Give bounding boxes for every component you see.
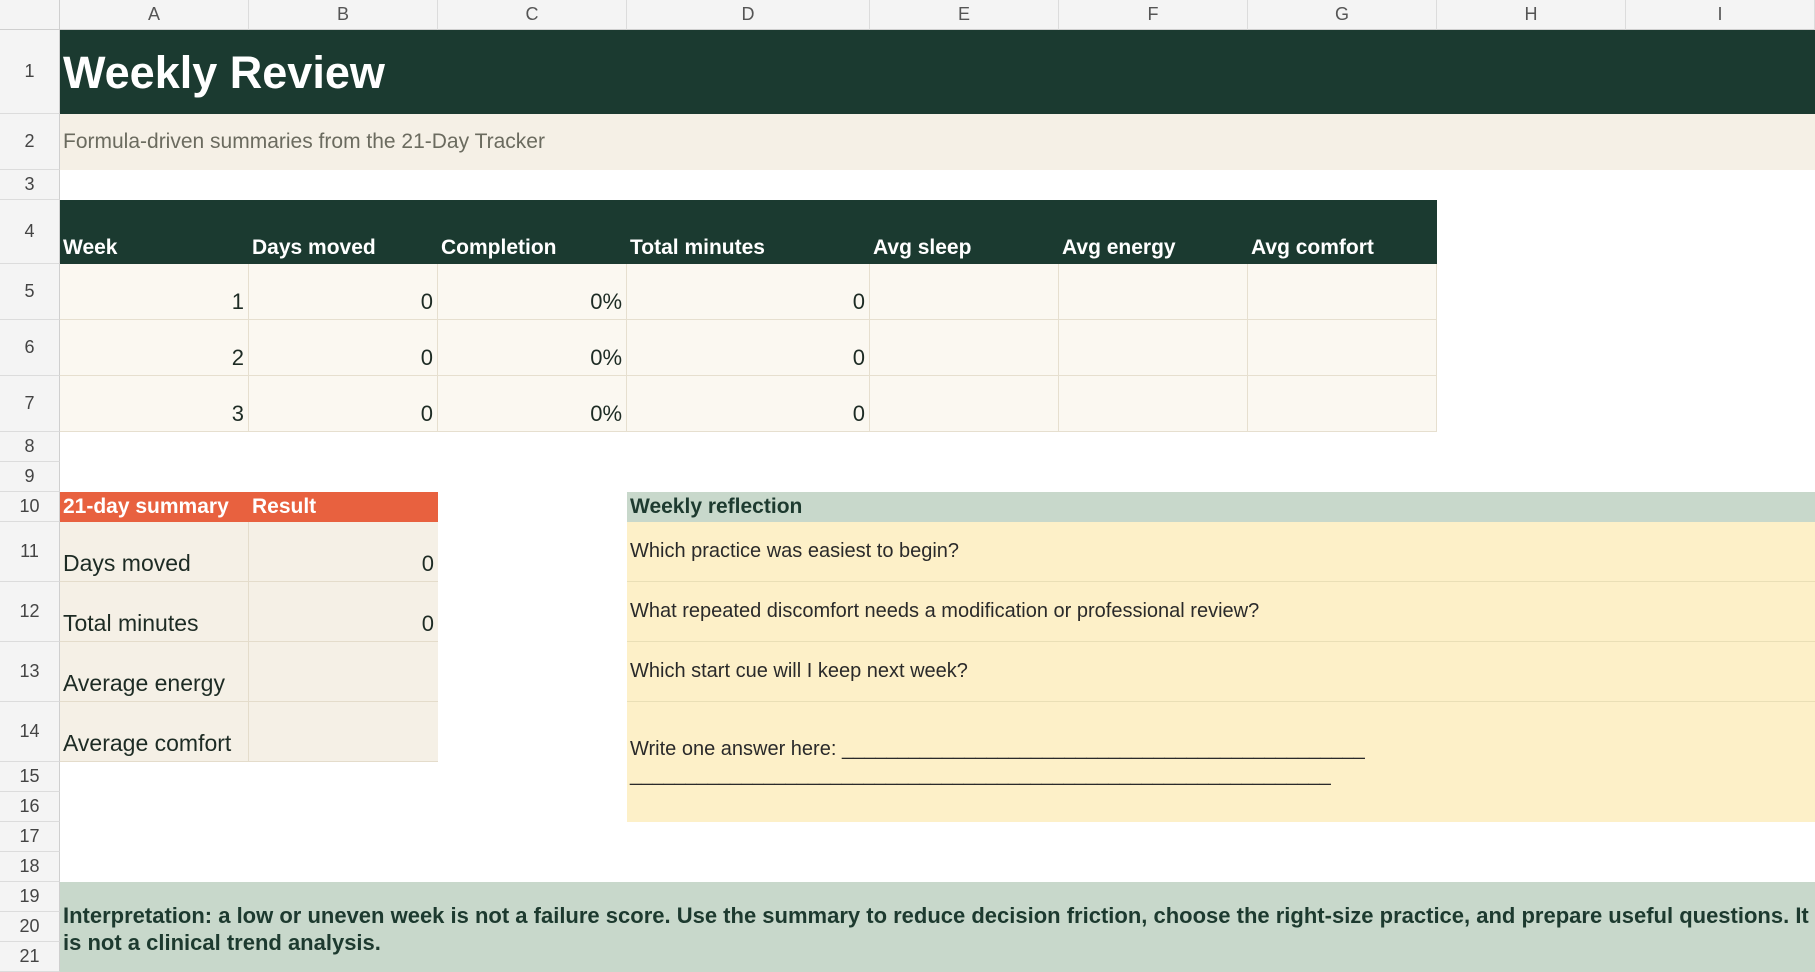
column-label-completion: Completion — [441, 236, 557, 259]
reflection-question-2[interactable]: What repeated discomfort needs a modific… — [627, 582, 1815, 642]
table-cell[interactable] — [1059, 376, 1248, 432]
row-header-18[interactable]: 18 — [0, 852, 60, 882]
summary-value-average-comfort[interactable] — [249, 702, 438, 762]
table-cell[interactable] — [870, 376, 1059, 432]
summary-label-average-comfort[interactable]: Average comfort — [60, 702, 249, 762]
column-header-f[interactable]: F — [1059, 0, 1248, 30]
summary-label-average-energy[interactable]: Average energy — [60, 642, 249, 702]
table-cell[interactable] — [1248, 320, 1437, 376]
row-header-15[interactable]: 15 — [0, 762, 60, 792]
row-header-7[interactable]: 7 — [0, 376, 60, 432]
row-header-8[interactable]: 8 — [0, 432, 60, 462]
row-header-6[interactable]: 6 — [0, 320, 60, 376]
reflection-answer-field[interactable]: Write one answer here: _________________… — [627, 702, 1815, 822]
row-header-1[interactable]: 1 — [0, 30, 60, 114]
row-header-13[interactable]: 13 — [0, 642, 60, 702]
column-header-h[interactable]: H — [1437, 0, 1626, 30]
answer-prompt: Write one answer here: _________________… — [630, 738, 1365, 760]
page-title: Weekly Review — [63, 46, 385, 98]
column-header-b[interactable]: B — [249, 0, 438, 30]
table-cell[interactable]: 0% — [438, 320, 627, 376]
row-header-17[interactable]: 17 — [0, 822, 60, 852]
select-all-corner[interactable] — [0, 0, 60, 30]
summary-label-total-minutes[interactable]: Total minutes — [60, 582, 249, 642]
table-cell[interactable]: 1 — [60, 264, 249, 320]
row-header-10[interactable]: 10 — [0, 492, 60, 522]
table-cell[interactable]: 0% — [438, 376, 627, 432]
table-cell[interactable]: 0% — [438, 264, 627, 320]
column-label-avg-energy: Avg energy — [1062, 236, 1176, 259]
reflection-question-1[interactable]: Which practice was easiest to begin? — [627, 522, 1815, 582]
column-header-a[interactable]: A — [60, 0, 249, 30]
row-header-2[interactable]: 2 — [0, 114, 60, 170]
table-cell[interactable]: 0 — [627, 320, 870, 376]
table-cell[interactable] — [870, 264, 1059, 320]
column-header-e[interactable]: E — [870, 0, 1059, 30]
summary-value-total-minutes[interactable]: 0 — [249, 582, 438, 642]
answer-line: ________________________________________… — [630, 764, 1331, 786]
column-label-days-moved: Days moved — [252, 236, 376, 259]
page-subtitle: Formula-driven summaries from the 21-Day… — [63, 130, 545, 153]
summary-header-result: Result — [249, 492, 438, 522]
column-header-c[interactable]: C — [438, 0, 627, 30]
column-label-avg-comfort: Avg comfort — [1251, 236, 1374, 259]
column-header-d[interactable]: D — [627, 0, 870, 30]
reflection-header: Weekly reflection — [627, 492, 1815, 522]
summary-value-days-moved[interactable]: 0 — [249, 522, 438, 582]
row-header-16[interactable]: 16 — [0, 792, 60, 822]
title-banner: Weekly Review — [60, 30, 1815, 114]
table-cell[interactable] — [1248, 264, 1437, 320]
row-header-20[interactable]: 20 — [0, 912, 60, 942]
table-cell[interactable]: 0 — [249, 264, 438, 320]
row-header-9[interactable]: 9 — [0, 462, 60, 492]
column-header-i[interactable]: I — [1626, 0, 1815, 30]
table-cell[interactable]: 0 — [249, 376, 438, 432]
summary-header-label: 21-day summary — [60, 492, 249, 522]
row-header-11[interactable]: 11 — [0, 522, 60, 582]
row-header-4[interactable]: 4 — [0, 200, 60, 264]
column-label-avg-sleep: Avg sleep — [873, 236, 972, 259]
reflection-question-3[interactable]: Which start cue will I keep next week? — [627, 642, 1815, 702]
column-header-g[interactable]: G — [1248, 0, 1437, 30]
table-cell[interactable]: 3 — [60, 376, 249, 432]
table-cell[interactable] — [1059, 264, 1248, 320]
row-header-12[interactable]: 12 — [0, 582, 60, 642]
summary-value-average-energy[interactable] — [249, 642, 438, 702]
table-cell[interactable] — [1059, 320, 1248, 376]
summary-label-days-moved[interactable]: Days moved — [60, 522, 249, 582]
row-header-21[interactable]: 21 — [0, 942, 60, 972]
row-header-5[interactable]: 5 — [0, 264, 60, 320]
subtitle-band: Formula-driven summaries from the 21-Day… — [60, 114, 1815, 170]
row-header-3[interactable]: 3 — [0, 170, 60, 200]
table-cell[interactable]: 0 — [627, 264, 870, 320]
table-cell[interactable] — [1248, 376, 1437, 432]
table-cell[interactable] — [870, 320, 1059, 376]
table-cell[interactable]: 2 — [60, 320, 249, 376]
row-header-14[interactable]: 14 — [0, 702, 60, 762]
column-label-total-minutes: Total minutes — [630, 236, 765, 259]
interpretation-note: Interpretation: a low or uneven week is … — [60, 882, 1815, 972]
column-label-week: Week — [63, 236, 118, 259]
table-cell[interactable]: 0 — [249, 320, 438, 376]
row-header-19[interactable]: 19 — [0, 882, 60, 912]
table-cell[interactable]: 0 — [627, 376, 870, 432]
